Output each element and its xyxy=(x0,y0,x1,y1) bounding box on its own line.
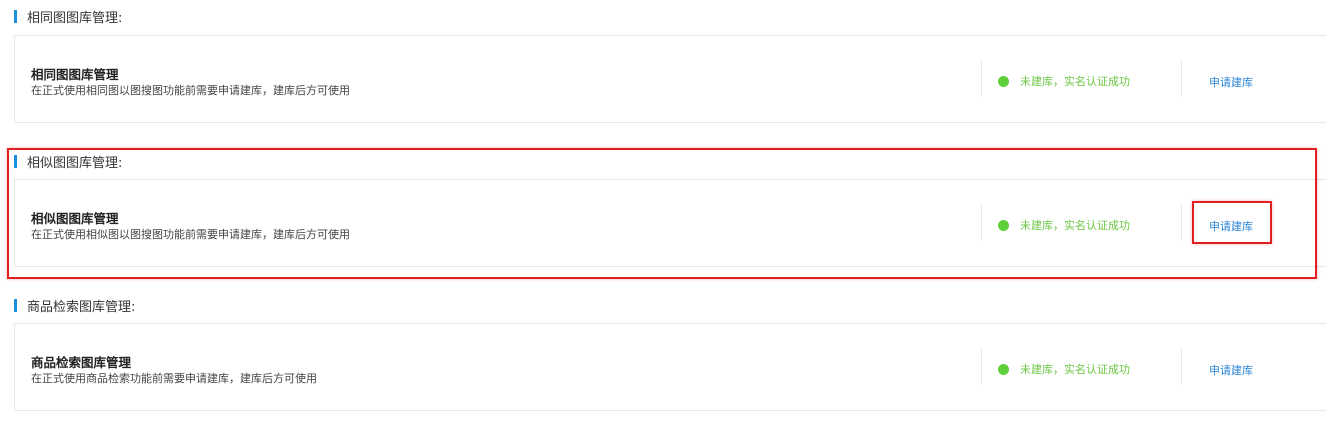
status-indicator: 未建库，实名认证成功 xyxy=(998,217,1130,233)
library-management-page: 相同图图库管理: 相同图图库管理 在正式使用相同图以图搜图功能前需要申请建库，建… xyxy=(0,0,1326,428)
status-indicator: 未建库，实名认证成功 xyxy=(998,73,1130,89)
status-dot-icon xyxy=(998,363,1009,375)
card-divider xyxy=(1181,349,1182,385)
card-title: 商品检索图库管理 xyxy=(31,355,132,370)
apply-build-library-button[interactable]: 申请建库 xyxy=(1209,362,1253,378)
card-description: 在正式使用相同图以图搜图功能前需要申请建库，建库后方可使用 xyxy=(31,84,350,97)
section-accent-bar xyxy=(14,154,17,168)
status-indicator: 未建库，实名认证成功 xyxy=(998,361,1130,377)
card-title: 相似图图库管理 xyxy=(31,211,119,226)
status-text: 未建库，实名认证成功 xyxy=(1020,363,1130,376)
library-card-similar: 相似图图库管理 在正式使用相似图以图搜图功能前需要申请建库，建库后方可使用 未建… xyxy=(14,179,1326,267)
card-description: 在正式使用相似图以图搜图功能前需要申请建库，建库后方可使用 xyxy=(31,228,350,241)
card-title: 相同图图库管理 xyxy=(31,67,119,82)
section-header-label: 相同图图库管理: xyxy=(27,10,123,26)
card-divider xyxy=(981,205,982,241)
section-header-similar: 相似图图库管理: xyxy=(14,154,123,171)
section-accent-bar xyxy=(14,9,17,23)
status-dot-icon xyxy=(998,219,1009,231)
status-text: 未建库，实名认证成功 xyxy=(1020,75,1130,88)
status-dot-icon xyxy=(998,75,1009,87)
section-header-product-search: 商品检索图库管理: xyxy=(14,298,136,315)
card-divider xyxy=(981,349,982,385)
card-divider xyxy=(1181,61,1182,97)
card-description: 在正式使用商品检索功能前需要申请建库，建库后方可使用 xyxy=(31,372,317,385)
section-header-label: 商品检索图库管理: xyxy=(27,299,136,315)
section-header-label: 相似图图库管理: xyxy=(27,155,123,171)
section-accent-bar xyxy=(14,298,17,312)
section-header-identical: 相同图图库管理: xyxy=(14,9,123,26)
apply-build-library-button[interactable]: 申请建库 xyxy=(1209,218,1253,234)
status-text: 未建库，实名认证成功 xyxy=(1020,219,1130,232)
card-divider xyxy=(981,61,982,97)
library-card-identical: 相同图图库管理 在正式使用相同图以图搜图功能前需要申请建库，建库后方可使用 未建… xyxy=(14,35,1326,123)
card-divider xyxy=(1181,205,1182,241)
apply-build-library-button[interactable]: 申请建库 xyxy=(1209,74,1253,90)
library-card-product-search: 商品检索图库管理 在正式使用商品检索功能前需要申请建库，建库后方可使用 未建库，… xyxy=(14,323,1326,411)
